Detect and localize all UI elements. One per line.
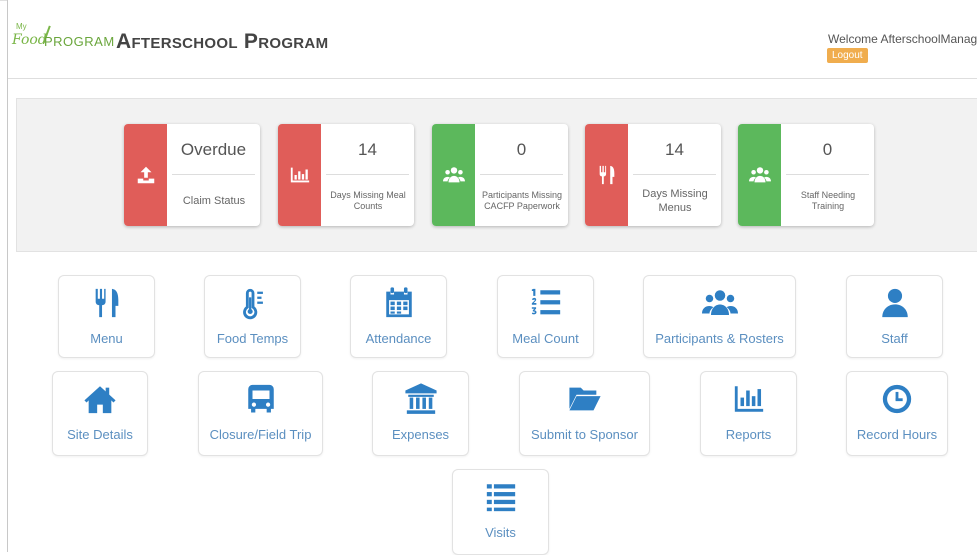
status-card-days-missing-menus[interactable]: 14 Days Missing Menus [585, 124, 721, 226]
status-card-value: 14 [358, 140, 377, 159]
tile-menu[interactable]: Menu [58, 275, 155, 358]
logo-program-text: PROGRAM [44, 34, 115, 49]
status-card-staff-needing-training[interactable]: 0 Staff Needing Training [738, 124, 874, 226]
status-card-color-bar [738, 124, 781, 226]
tile-label: Record Hours [856, 427, 938, 442]
tile-submit-to-sponsor[interactable]: Submit to Sponsor [519, 371, 650, 456]
tile-label: Visits [485, 525, 516, 540]
tile-food-temps[interactable]: Food Temps [204, 275, 301, 358]
status-card-claim-status[interactable]: Overdue Claim Status [124, 124, 260, 226]
status-card-value: Overdue [180, 140, 247, 159]
tile-label: Menu [90, 331, 123, 346]
tile-closure-field-trip[interactable]: Closure/Field Trip [198, 371, 323, 456]
user-icon [881, 288, 908, 318]
status-card-label: Days Missing Meal Counts [330, 190, 406, 211]
tile-label: Submit to Sponsor [531, 427, 638, 442]
list-icon [486, 484, 515, 512]
status-panel: Overdue Claim Status 14 Days Missing Mea… [16, 98, 977, 252]
status-card-divider [633, 174, 716, 175]
bus-icon [247, 384, 274, 413]
bar-chart-icon [290, 167, 309, 183]
status-card-divider [326, 174, 409, 175]
status-card-color-bar [432, 124, 475, 226]
app-header: My Food PROGRAM Afterschool Program Welc… [8, 0, 977, 79]
home-icon [84, 386, 116, 414]
tile-staff[interactable]: Staff [846, 275, 943, 358]
tile-visits[interactable]: Visits [452, 469, 549, 555]
numbered-list-icon [531, 288, 560, 315]
tile-label: Reports [725, 427, 772, 442]
status-card-color-bar [124, 124, 167, 226]
status-card-divider [480, 174, 563, 175]
bar-chart-icon [734, 386, 763, 412]
tile-meal-count[interactable]: Meal Count [497, 275, 594, 358]
thermometer-icon [242, 288, 263, 320]
status-card-label: Days Missing Menus [642, 188, 708, 214]
tile-label: Closure/Field Trip [209, 427, 312, 442]
utensils-icon [599, 165, 614, 185]
status-card-divider [172, 174, 255, 175]
logout-button[interactable]: Logout [827, 48, 868, 63]
tile-label: Site Details [67, 427, 133, 442]
status-card-divider [786, 174, 869, 175]
utensils-icon [95, 288, 118, 318]
users-icon [748, 167, 771, 183]
status-card-value: 0 [516, 140, 527, 159]
status-card-value: 0 [822, 140, 833, 159]
tile-reports[interactable]: Reports [700, 371, 797, 456]
tile-label: Participants & Rosters [655, 331, 784, 346]
status-card-color-bar [278, 124, 321, 226]
status-card-label: Participants Missing CACFP Paperwork [481, 190, 563, 211]
window-left-border [7, 0, 8, 552]
page-title: Afterschool Program [116, 30, 329, 53]
tile-expenses[interactable]: Expenses [372, 371, 469, 456]
my-food-program-logo[interactable]: My Food PROGRAM [12, 22, 115, 66]
logo-food-text: Food [12, 32, 47, 48]
tile-label: Staff [881, 331, 908, 346]
tile-record-hours[interactable]: Record Hours [846, 371, 948, 456]
status-card-label: Claim Status [182, 195, 246, 207]
status-card-label: Staff Needing Training [800, 190, 856, 211]
folder-open-icon [568, 387, 601, 411]
tile-label: Expenses [391, 427, 450, 442]
users-icon [442, 167, 465, 183]
tile-attendance[interactable]: Attendance [350, 275, 447, 358]
status-card-days-missing-meal-counts[interactable]: 14 Days Missing Meal Counts [278, 124, 414, 226]
tile-label: Attendance [365, 331, 432, 346]
status-card-participants-missing-paperwork[interactable]: 0 Participants Missing CACFP Paperwork [432, 124, 568, 226]
clock-icon [882, 384, 912, 414]
status-card-color-bar [585, 124, 628, 226]
bank-icon [404, 383, 437, 414]
tile-participants-rosters[interactable]: Participants & Rosters [643, 275, 796, 358]
calendar-icon [385, 287, 412, 318]
status-card-value: 14 [665, 140, 684, 159]
logo-my-text: My [16, 22, 27, 31]
tile-label: Food Temps [216, 331, 289, 346]
tile-label: Meal Count [512, 331, 579, 346]
welcome-message: Welcome AfterschoolManage [828, 32, 977, 46]
upload-icon [137, 166, 154, 184]
users-icon [701, 290, 738, 315]
tile-site-details[interactable]: Site Details [52, 371, 148, 456]
